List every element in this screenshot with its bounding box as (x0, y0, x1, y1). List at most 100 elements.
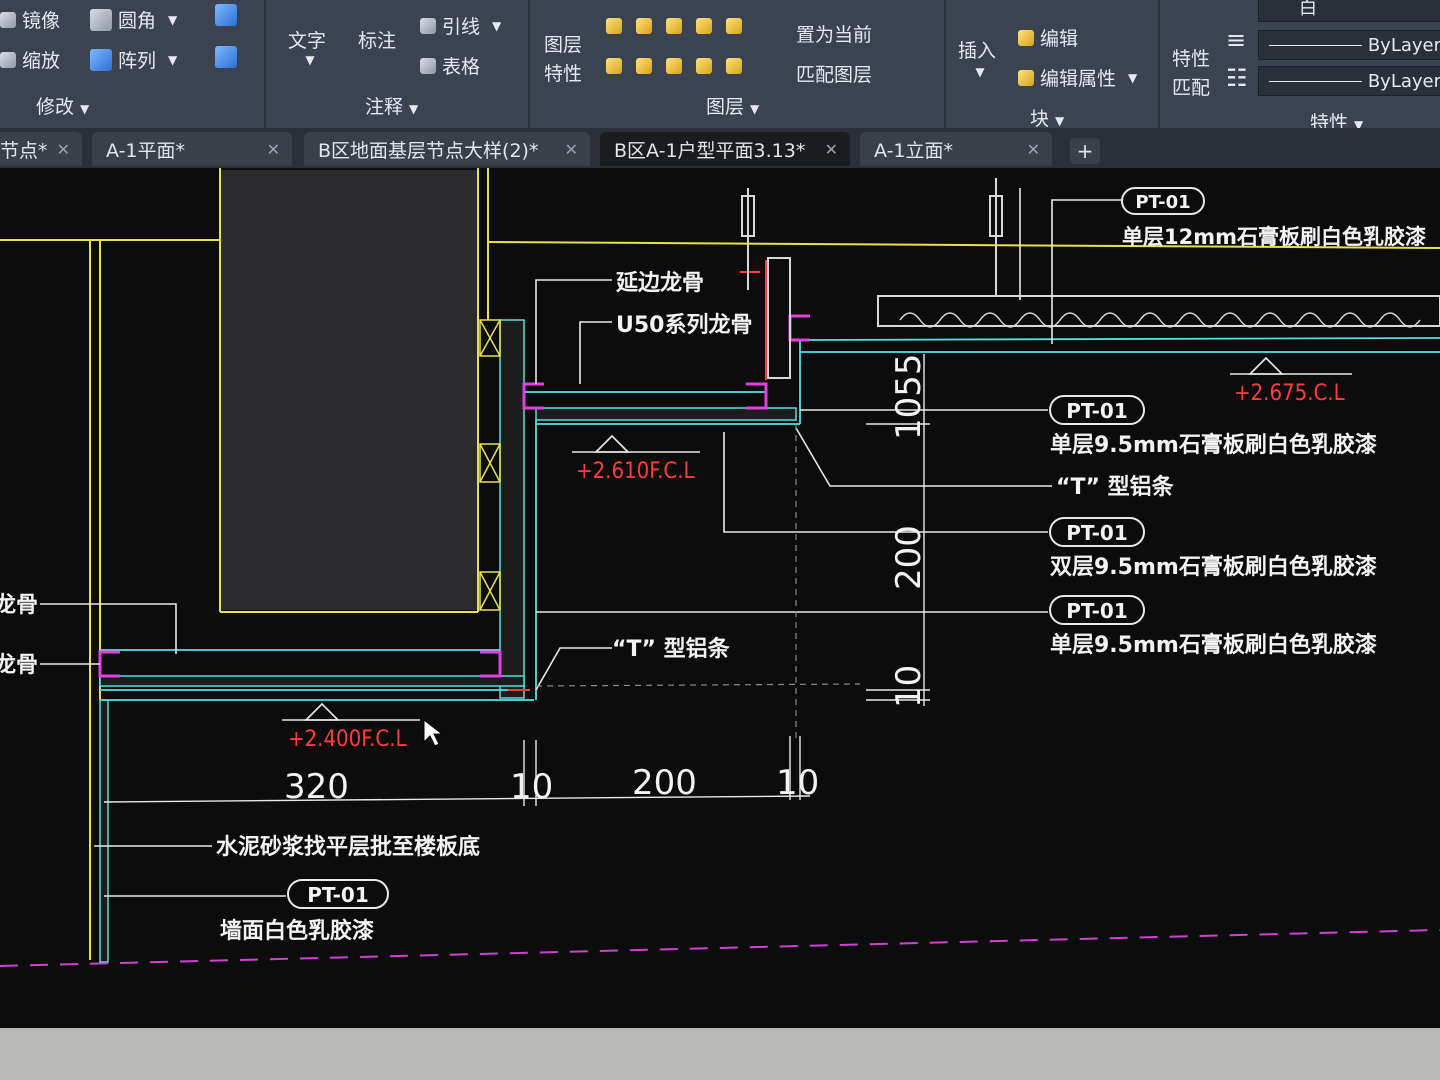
scale-icon (0, 51, 16, 68)
fillet-icon (90, 8, 112, 31)
block-panel-label[interactable]: 块 ▼ (1030, 104, 1064, 128)
grid-icon: ☷ (1226, 64, 1248, 92)
chevron-down-icon: ▼ (168, 12, 178, 27)
dimension-button[interactable]: 标注 (358, 26, 396, 53)
annotation-panel-label[interactable]: 注释 ▼ (365, 92, 418, 119)
modify-extra2-button[interactable] (215, 46, 237, 68)
tab-b-floor-detail[interactable]: B区地面基层节点大样(2)* ✕ (304, 132, 590, 166)
drawing-canvas[interactable]: 延边龙骨 U50系列龙骨 PT-01 单层12mm石膏板刷白色乳胶漆 PT-01… (0, 168, 1440, 1028)
ribbon: 镜像 圆角 ▼ 缩放 阵列 ▼ 修改 ▼ 文字 ▼ 标注 引线 ▼ 表格 注释 ▼ 图层 特性… (0, 0, 1440, 128)
fillet-button[interactable]: 圆角 ▼ (90, 6, 177, 33)
dim-200-v: 200 (889, 525, 929, 590)
label-single-95-desc-1: 单层9.5mm石膏板刷白色乳胶漆 (1050, 432, 1377, 458)
label-u50-keel: U50系列龙骨 (616, 313, 752, 338)
edit-attributes-icon (1018, 69, 1034, 86)
dim-10-a: 10 (510, 767, 553, 807)
layer-lock-icon[interactable] (696, 18, 712, 34)
label-double-95-desc: 双层9.5mm石膏板刷白色乳胶漆 (1050, 554, 1377, 580)
match-layer-icon (726, 58, 742, 74)
table-icon (420, 57, 436, 74)
set-current-icon (726, 18, 742, 34)
callout-pt01-wall: PT-01 (307, 883, 369, 907)
stretch-icon (215, 46, 237, 68)
dim-1055: 1055 (889, 353, 929, 440)
layer-tools-row2 (606, 58, 742, 74)
tab-jiedian[interactable]: 节点* ✕ (0, 132, 82, 166)
list-icon-button[interactable]: ≡ (1226, 26, 1246, 54)
dim-10-v: 10 (889, 665, 929, 708)
close-icon[interactable]: ✕ (57, 140, 70, 159)
label-edge-keel: 延边龙骨 (615, 271, 704, 296)
chevron-down-icon: ▼ (305, 53, 315, 67)
panel-divider (1158, 0, 1160, 128)
color-select[interactable]: 白 (1258, 0, 1440, 22)
document-tab-bar: 节点* ✕ A-1平面* ✕ B区地面基层节点大样(2)* ✕ B区A-1户型平面3.… (0, 128, 1440, 168)
layer-walk-icon[interactable] (606, 58, 622, 74)
tool-icon (215, 4, 237, 26)
table-button[interactable]: 表格 (420, 52, 480, 79)
mirror-button[interactable]: 镜像 (0, 6, 60, 33)
chevron-down-icon: ▼ (975, 65, 985, 79)
label-t-strip-right: “T” 型铝条 (1056, 474, 1175, 500)
chevron-down-icon: ▼ (750, 102, 760, 116)
close-icon[interactable]: ✕ (1027, 140, 1040, 159)
panel-divider (264, 0, 266, 128)
level-2610: +2.610F.C.L (576, 459, 695, 484)
callout-pt01-2: PT-01 (1066, 521, 1128, 545)
callout-pt01-3: PT-01 (1066, 599, 1128, 623)
callout-pt01-top: PT-01 (1135, 192, 1190, 213)
dim-10-b: 10 (776, 763, 819, 803)
chevron-down-icon: ▼ (1128, 70, 1138, 85)
tab-a1-elevation[interactable]: A-1立面* ✕ (860, 132, 1052, 166)
layer-properties-button[interactable]: 图层 特性 (544, 30, 582, 86)
close-icon[interactable]: ✕ (565, 140, 578, 159)
callout-pt01-1: PT-01 (1066, 399, 1128, 423)
label-single-95-desc-2: 单层9.5mm石膏板刷白色乳胶漆 (1050, 632, 1377, 658)
chevron-down-icon: ▼ (409, 102, 419, 116)
tab-b-a1-plan[interactable]: B区A-1户型平面3.13* ✕ (600, 132, 850, 166)
new-tab-button[interactable]: + (1070, 138, 1100, 164)
insert-button[interactable]: 插入 ▼ (958, 36, 996, 79)
tab-a1-plan[interactable]: A-1平面* ✕ (92, 132, 292, 166)
block-edit-button[interactable]: 编辑 (1018, 24, 1078, 51)
leader-button[interactable]: 引线 ▼ (420, 12, 501, 39)
set-current-button[interactable]: 置为当前 (796, 20, 872, 47)
chevron-down-icon: ▼ (1354, 118, 1364, 128)
edit-attributes-button[interactable]: 编辑属性 ▼ (1018, 64, 1137, 91)
label-left-keel-2: 龙骨 (0, 653, 38, 678)
layer-delete-icon[interactable] (666, 58, 682, 74)
modify-extra-button[interactable] (215, 4, 237, 26)
dim-200-h: 200 (632, 763, 697, 803)
match-properties-button[interactable]: 特性 匹配 (1172, 44, 1210, 100)
dim-320: 320 (284, 767, 349, 807)
scale-button[interactable]: 缩放 (0, 46, 60, 73)
chevron-down-icon: ▼ (492, 18, 502, 33)
panel-divider (528, 0, 530, 128)
properties-panel-label[interactable]: 特性 ▼ (1310, 108, 1363, 128)
layers-panel-label[interactable]: 图层 ▼ (706, 92, 759, 119)
close-icon[interactable]: ✕ (267, 140, 280, 159)
lineweight-select[interactable]: ByLayer (1258, 66, 1440, 96)
text-button[interactable]: 文字 ▼ (288, 26, 326, 67)
close-icon[interactable]: ✕ (825, 140, 838, 159)
layer-merge-icon[interactable] (636, 58, 652, 74)
array-icon (90, 48, 112, 71)
panel-divider (944, 0, 946, 128)
monitor-bezel (0, 1028, 1440, 1080)
layer-thaw-icon[interactable] (696, 58, 712, 74)
level-2675: +2.675.C.L (1234, 381, 1345, 406)
list-icon: ≡ (1226, 26, 1247, 54)
modify-panel-label[interactable]: 修改 ▼ (36, 92, 89, 119)
layer-off-icon[interactable] (606, 18, 622, 34)
chevron-down-icon: ▼ (80, 102, 90, 116)
array-button[interactable]: 阵列 ▼ (90, 46, 177, 73)
layer-isolate-icon[interactable] (636, 18, 652, 34)
match-layer-button[interactable]: 匹配图层 (796, 60, 872, 87)
column-fill (221, 170, 477, 610)
leader-icon (420, 17, 436, 34)
mirror-icon (0, 11, 16, 28)
linetype-select[interactable]: ByLayer (1258, 30, 1440, 60)
linetype-icon-button[interactable]: ☷ (1226, 64, 1248, 92)
label-left-keel-1: 龙骨 (0, 593, 38, 618)
layer-freeze-icon[interactable] (666, 18, 682, 34)
